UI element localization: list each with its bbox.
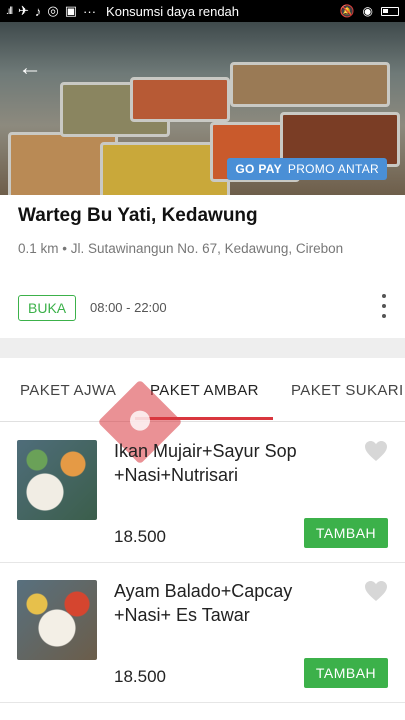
gopay-logo: GO PAY: [235, 162, 282, 176]
bell-off-icon: 🔕: [339, 4, 355, 18]
promo-badge: GO PAY PROMO ANTAR: [227, 158, 387, 180]
airplane-icon: ✈: [18, 3, 29, 18]
heart-icon[interactable]: [364, 440, 388, 462]
add-button[interactable]: TAMBAH: [304, 658, 388, 688]
tab-paket-ajwa[interactable]: PAKET AJWA: [20, 382, 116, 399]
menu-item-title: Ayam Balado+Capcay +Nasi+ Es Tawar: [114, 581, 293, 625]
category-tabs: PAKET AJWA PAKET AMBAR PAKET SUKARI: [0, 358, 405, 422]
menu-item-photo: [17, 580, 97, 660]
status-icons-left: .ıll ✈ ♪ ◎ ▣ ···: [6, 3, 96, 19]
tab-paket-sukari[interactable]: PAKET SUKARI: [291, 382, 404, 399]
opening-hours: 08:00 - 22:00: [90, 300, 167, 315]
back-arrow-icon[interactable]: ←: [18, 54, 46, 82]
power-saving-notice: Konsumsi daya rendah: [106, 3, 240, 19]
menu-item-photo: [17, 440, 97, 520]
restaurant-name: Warteg Bu Yati, Kedawung: [18, 205, 258, 226]
heart-icon[interactable]: [364, 580, 388, 602]
status-bar: .ıll ✈ ♪ ◎ ▣ ··· Konsumsi daya rendah 🔕 …: [0, 0, 405, 22]
music-icon: ♪: [34, 3, 42, 19]
more-vertical-icon[interactable]: [377, 294, 391, 318]
status-icons-right: 🔕 ◉: [340, 4, 399, 18]
more-notifications-icon: ···: [83, 3, 97, 19]
menu-item[interactable]: Ikan Mujair+Sayur Sop +Nasi+Nutrisari 18…: [0, 423, 405, 563]
restaurant-hero-image: ← GO PAY PROMO ANTAR: [0, 22, 405, 195]
menu-item[interactable]: Ayam Balado+Capcay +Nasi+ Es Tawar 18.50…: [0, 563, 405, 703]
signal-icon: .ıll: [6, 5, 13, 17]
battery-icon: [381, 6, 399, 16]
instagram-icon: ◎: [47, 3, 59, 18]
menu-item-title: Ikan Mujair+Sayur Sop +Nasi+Nutrisari: [114, 441, 297, 485]
eye-icon: ◉: [362, 4, 373, 18]
add-button[interactable]: TAMBAH: [304, 518, 388, 548]
menu-item-price: 18.500: [114, 667, 166, 686]
section-divider: [0, 338, 405, 358]
tab-paket-ambar[interactable]: PAKET AMBAR: [150, 382, 259, 399]
menu-item-price: 18.500: [114, 527, 166, 546]
restaurant-address: 0.1 km • Jl. Sutawinangun No. 67, Kedawu…: [18, 241, 344, 256]
open-status-badge: BUKA: [18, 295, 77, 321]
message-icon: ▣: [64, 3, 78, 18]
promo-text: PROMO ANTAR: [287, 162, 379, 176]
